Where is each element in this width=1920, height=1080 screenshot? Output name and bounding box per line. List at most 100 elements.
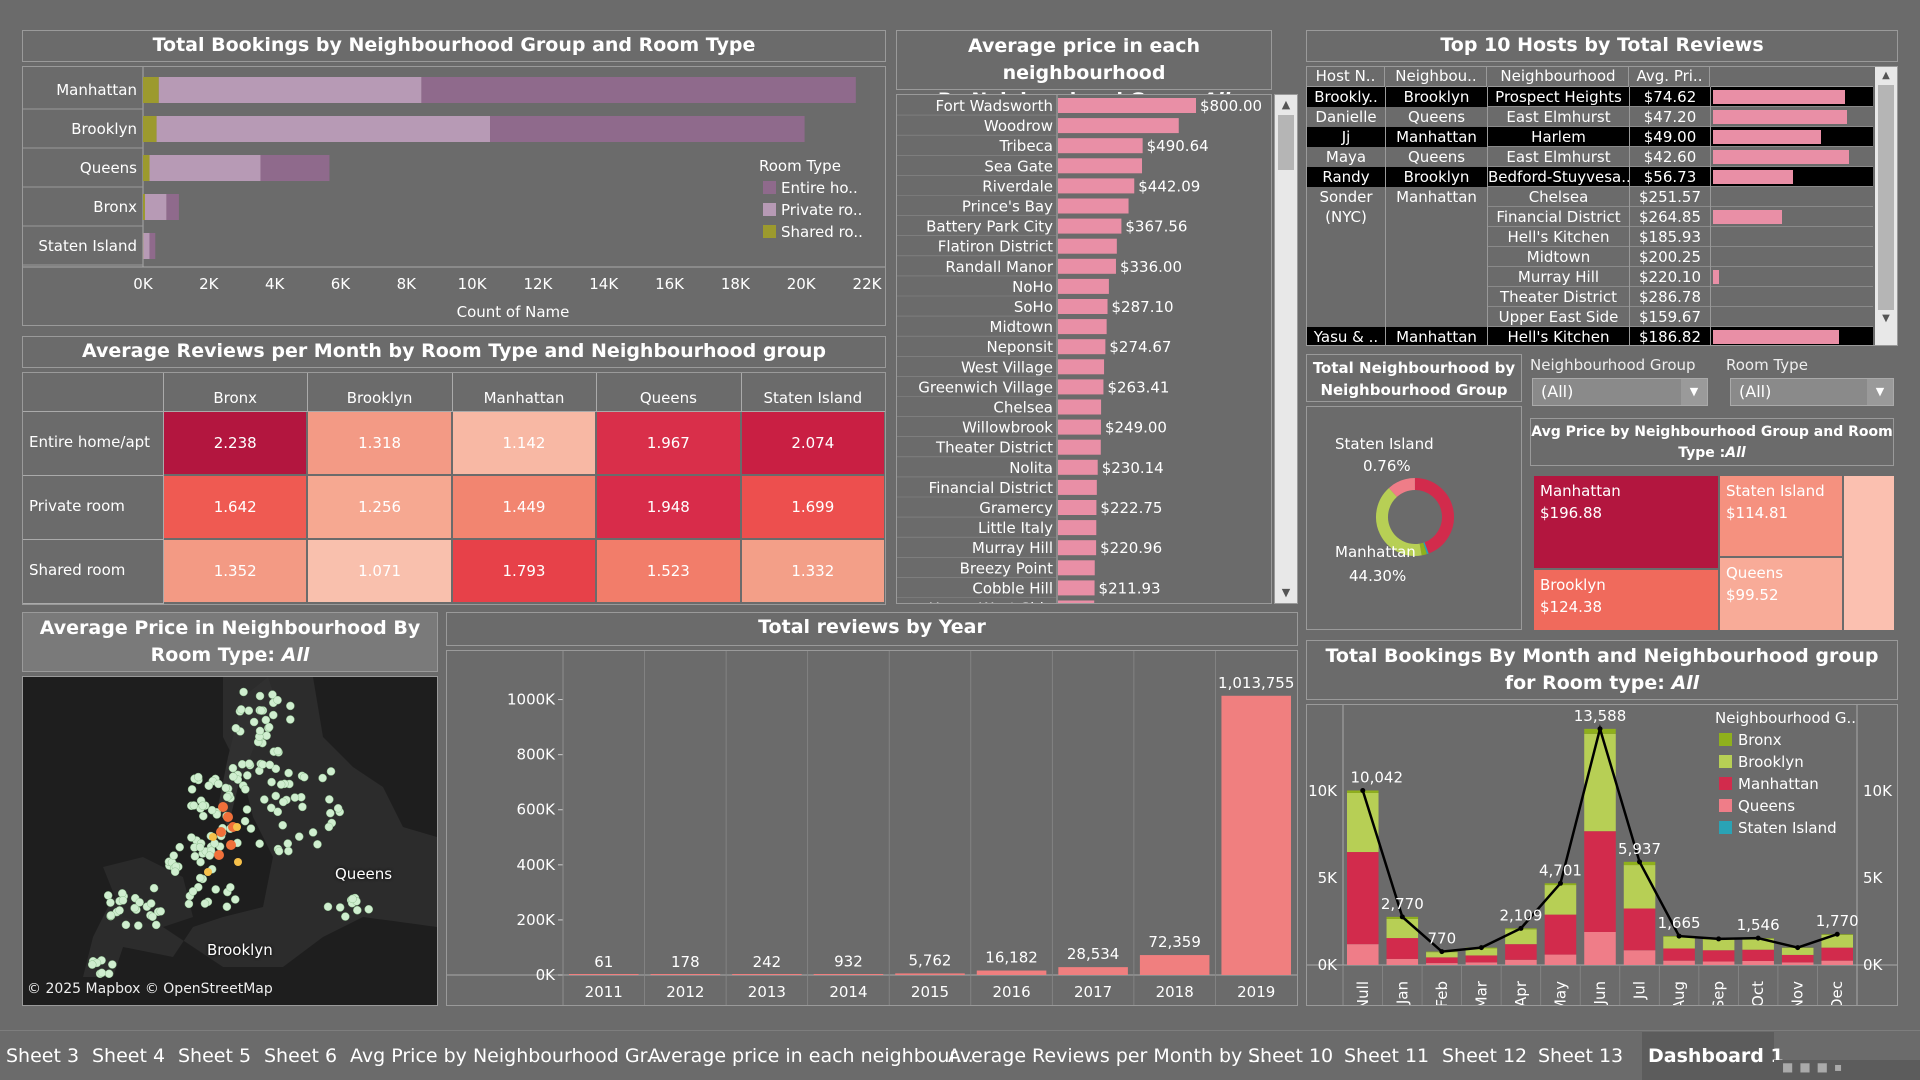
map-point-warm bbox=[209, 833, 217, 841]
heatmap-cell[interactable]: 1.449 bbox=[452, 476, 596, 538]
avg-price-scroll-thumb[interactable] bbox=[1278, 115, 1294, 170]
tab-dashboard-1[interactable]: Dashboard 1 bbox=[1642, 1032, 1784, 1080]
heatmap-grid: Bronx Brooklyn Manhattan Queens Staten Islan… bbox=[23, 373, 885, 604]
map-point bbox=[118, 889, 127, 898]
treemap-cell-manhattan[interactable]: Manhattan $196.88 bbox=[1534, 476, 1718, 568]
price-bar bbox=[1058, 479, 1097, 495]
price-bar bbox=[1058, 278, 1109, 294]
stack-segment-m bbox=[1821, 947, 1853, 961]
neighbourhood-label: Willowbrook bbox=[962, 419, 1053, 437]
tab-average-reviews-per-month-by[interactable]: Average Reviews per Month by ... bbox=[942, 1032, 1272, 1080]
avg-price-scrollbar-track[interactable]: ▲ ▼ bbox=[1274, 94, 1298, 604]
tab-sheet-10[interactable]: Sheet 10 bbox=[1242, 1032, 1339, 1080]
heatmap-cell[interactable]: 1.332 bbox=[741, 540, 884, 602]
heatmap-cell[interactable]: 1.071 bbox=[308, 540, 451, 602]
x-tick-label: 2013 bbox=[748, 983, 786, 1001]
neighbourhood-label: Riverdale bbox=[982, 177, 1053, 195]
map-point bbox=[256, 706, 266, 715]
treemap-cell-bronx[interactable] bbox=[1844, 476, 1894, 630]
map-point bbox=[222, 792, 232, 802]
group-filter-select[interactable]: (All) ▼ bbox=[1532, 378, 1708, 406]
map-point bbox=[262, 731, 271, 740]
scroll-up-icon[interactable]: ▲ bbox=[1875, 67, 1897, 85]
map-point-hot bbox=[223, 812, 233, 822]
price-label: $230.14 bbox=[1102, 459, 1164, 477]
x-tick-label: May bbox=[1551, 981, 1569, 1005]
room-filter-select[interactable]: (All) ▼ bbox=[1730, 378, 1894, 406]
year-bar bbox=[1058, 967, 1128, 975]
scroll-down-icon[interactable]: ▼ bbox=[1275, 583, 1297, 603]
heatmap-cell[interactable]: 1.967 bbox=[597, 412, 740, 474]
table-cell: East Elmhurst bbox=[1506, 108, 1611, 126]
heatmap-cell[interactable]: 1.793 bbox=[452, 540, 596, 602]
heatmap-cell[interactable]: 2.074 bbox=[741, 412, 884, 474]
chevron-down-icon[interactable]: ▼ bbox=[1867, 379, 1893, 405]
map-point bbox=[279, 797, 288, 807]
hosts-scroll-thumb[interactable] bbox=[1878, 85, 1894, 310]
tab-sheet-13[interactable]: Sheet 13 bbox=[1532, 1032, 1629, 1080]
treemap-cell-name: Brooklyn bbox=[1540, 576, 1606, 594]
donut-segment bbox=[1419, 542, 1427, 556]
bar-shared bbox=[143, 116, 157, 142]
map-point bbox=[106, 911, 116, 920]
chevron-down-icon[interactable]: ▼ bbox=[1681, 379, 1707, 405]
table-header[interactable]: Host N.. bbox=[1307, 67, 1385, 87]
heatmap-cell[interactable]: 1.699 bbox=[741, 476, 884, 538]
heatmap-cell[interactable]: 1.256 bbox=[308, 476, 451, 538]
heatmap-cell[interactable]: 1.948 bbox=[597, 476, 740, 538]
row-label: Queens bbox=[80, 159, 137, 177]
scroll-down-icon[interactable]: ▼ bbox=[1875, 310, 1897, 328]
heatmap-cell[interactable]: 1.142 bbox=[452, 412, 596, 474]
scroll-up-icon[interactable]: ▲ bbox=[1275, 95, 1297, 115]
row-label: Bronx bbox=[93, 198, 137, 216]
map-point bbox=[290, 793, 300, 802]
map-point-hot bbox=[218, 802, 228, 812]
map-point bbox=[87, 960, 97, 969]
treemap-title-value: All bbox=[1725, 445, 1746, 461]
heatmap-cell[interactable]: 1.318 bbox=[308, 412, 451, 474]
bar-shared bbox=[143, 194, 145, 220]
tab-sheet-4[interactable]: Sheet 4 bbox=[86, 1032, 171, 1080]
hosts-scrollbar[interactable]: ▲ ▼ bbox=[1875, 67, 1897, 345]
table-cell: Chelsea bbox=[1528, 188, 1589, 206]
table-header[interactable]: Neighbourhood bbox=[1488, 67, 1629, 87]
map-point bbox=[200, 899, 210, 908]
x-tick-label: 2017 bbox=[1074, 983, 1112, 1001]
total-label: 1,770 bbox=[1816, 912, 1859, 930]
x-tick-label: 2016 bbox=[992, 983, 1030, 1001]
treemap-cell-brooklyn[interactable]: Brooklyn $124.38 bbox=[1534, 570, 1718, 630]
treemap-cell-staten-island[interactable]: Staten Island $114.81 bbox=[1720, 476, 1842, 556]
map-point bbox=[228, 772, 238, 781]
bar-value-label: 178 bbox=[671, 953, 700, 971]
heatmap-cell[interactable]: 1.352 bbox=[164, 540, 307, 602]
tab-nav-icons[interactable]: ■■■▪ bbox=[1774, 1060, 1920, 1080]
map-point bbox=[299, 772, 309, 782]
reviews-year-panel: 1000K 800K 600K 400K 200K 0K 61 2011 178 2012 242 2… bbox=[446, 650, 1298, 1006]
tab-sheet-11[interactable]: Sheet 11 bbox=[1338, 1032, 1435, 1080]
heatmap-cell[interactable]: 1.523 bbox=[597, 540, 740, 602]
table-cell: Hell's Kitchen bbox=[1507, 228, 1610, 246]
tab-sheet-3[interactable]: Sheet 3 bbox=[0, 1032, 85, 1080]
total-point bbox=[1676, 933, 1682, 939]
tab-avg-price-by-neighbourhood-gr[interactable]: Avg Price by Neighbourhood Gr... bbox=[344, 1032, 670, 1080]
stack-segment-m bbox=[1663, 948, 1695, 961]
map-point bbox=[273, 746, 283, 756]
treemap-cell-queens[interactable]: Queens $99.52 bbox=[1720, 558, 1842, 630]
map-panel[interactable]: Queens Brooklyn © 2025 Mapbox © OpenStre… bbox=[22, 676, 438, 1006]
heatmap-cell[interactable]: 2.238 bbox=[164, 412, 307, 474]
neighbourhood-label: Neponsit bbox=[986, 338, 1053, 356]
stack-segment-q bbox=[1465, 962, 1498, 965]
table-header[interactable]: Avg. Pri.. bbox=[1630, 67, 1710, 87]
tab-sheet-6[interactable]: Sheet 6 bbox=[258, 1032, 343, 1080]
monthly-title-prefix: Total Bookings By Month and Neighbourhoo… bbox=[1325, 645, 1879, 694]
x-tick-label: 18K bbox=[721, 275, 751, 293]
total-label: 13,588 bbox=[1574, 707, 1627, 725]
tab-sheet-12[interactable]: Sheet 12 bbox=[1436, 1032, 1533, 1080]
map-attribution[interactable]: © 2025 Mapbox © OpenStreetMap bbox=[27, 981, 273, 997]
table-header[interactable]: Neighbou.. bbox=[1386, 67, 1487, 87]
bar-entire bbox=[149, 233, 156, 259]
map-point bbox=[237, 760, 247, 769]
tab-sheet-5[interactable]: Sheet 5 bbox=[172, 1032, 257, 1080]
tab-average-price-in-each-neighbour[interactable]: Average price in each neighbour... bbox=[642, 1032, 980, 1080]
heatmap-cell[interactable]: 1.642 bbox=[164, 476, 307, 538]
